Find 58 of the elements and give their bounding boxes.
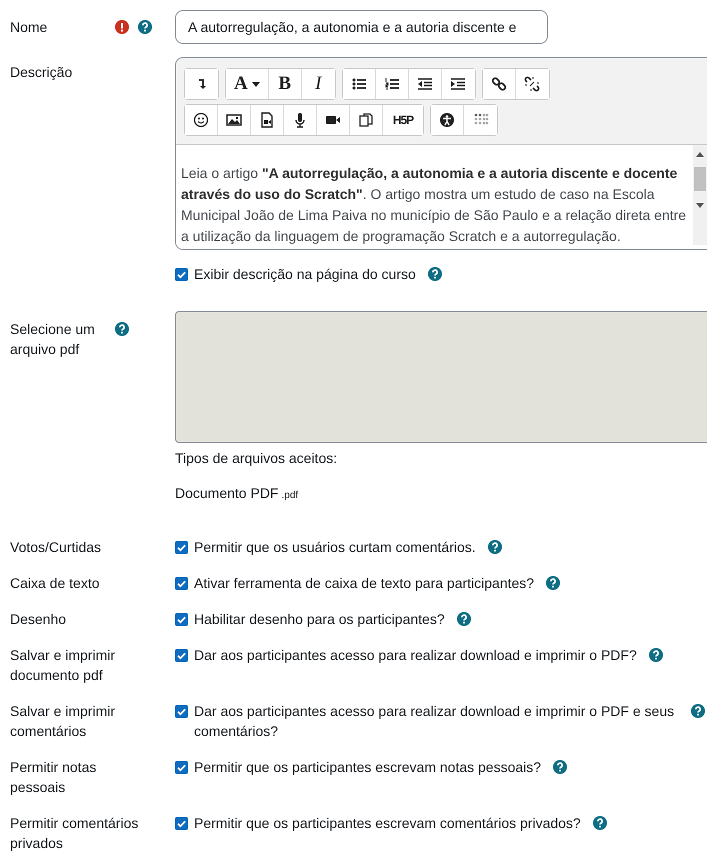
file-type-name: Documento PDF (175, 484, 278, 503)
help-icon[interactable] (138, 20, 152, 34)
field-label: Nome (10, 18, 48, 37)
checkbox-label: Ativar ferramenta de caixa de texto para participantes? (194, 574, 534, 593)
help-icon[interactable] (592, 816, 607, 830)
field-label: Descrição (10, 63, 72, 82)
help-icon[interactable] (546, 576, 560, 590)
link-icon (490, 76, 507, 92)
link-button[interactable] (482, 69, 516, 99)
help-icon[interactable] (553, 760, 568, 774)
numbered-list-icon (384, 76, 400, 92)
checkbox[interactable] (175, 761, 188, 774)
caret-icon (252, 82, 260, 86)
smiley-button[interactable] (185, 105, 218, 135)
checkbox[interactable] (175, 649, 188, 662)
checkbox[interactable] (175, 817, 188, 830)
field-label: Desenho (10, 610, 68, 629)
field-label: Salvar e imprimir comentários (10, 702, 116, 741)
field-label: Caixa de texto (10, 574, 100, 593)
help-icon[interactable] (115, 322, 129, 336)
checkbox[interactable] (175, 268, 188, 281)
help-icon[interactable] (648, 648, 663, 662)
accessibility-icon (439, 112, 455, 128)
indent-icon (450, 76, 466, 92)
field-label: Salvar e imprimir documento pdf (10, 646, 116, 685)
checkbox[interactable] (175, 705, 188, 718)
checkbox[interactable] (175, 613, 188, 626)
checkbox-label: Dar aos participantes acesso para realizar download e imprimir o PDF? (194, 646, 637, 665)
accessibility-button[interactable] (431, 105, 464, 135)
file-icon (259, 112, 275, 128)
outdent-icon (416, 76, 433, 92)
smiley-icon (193, 112, 209, 128)
help-icon[interactable] (456, 612, 471, 626)
help-icon[interactable] (691, 704, 705, 718)
checkbox-label: Exibir descrição na página do curso (194, 265, 416, 284)
help-icon[interactable] (428, 267, 442, 281)
checkbox-label: Habilitar desenho para os participantes? (194, 610, 445, 629)
unlink-icon (524, 76, 540, 92)
file-extension: .pdf (281, 489, 298, 503)
checkbox[interactable] (175, 541, 188, 554)
field-label: Permitir comentários privados (10, 814, 140, 853)
image-icon (226, 112, 242, 128)
input-field[interactable]: A autorregulação, a autonomia e a autoria discente e (175, 10, 548, 44)
checkbox-label: Permitir que os usuários curtam comentários. (194, 538, 476, 557)
checkbox-label: Dar aos participantes acesso para realizar download e imprimir o PDF e seus comentários? (194, 702, 676, 741)
checkbox-label: Permitir que os participantes escrevam comentários privados? (194, 814, 581, 833)
bullet-list-button[interactable] (342, 69, 376, 99)
copy-icon (358, 112, 374, 128)
help-icon[interactable] (488, 540, 502, 554)
font-button[interactable]: A (226, 69, 269, 99)
accepted-types-label: Tipos de arquivos aceitos: (175, 449, 338, 468)
bullet-list-icon (350, 76, 367, 92)
checkbox[interactable] (175, 577, 188, 590)
field-label: Selecione um arquivo pdf (10, 320, 96, 359)
field-label: Permitir notas pessoais (10, 758, 98, 797)
checkbox-label: Permitir que os participantes escrevam notas pessoais? (194, 758, 542, 777)
description-text: Leia o artigo "A autorregulação, a autonomia e a autoria discente e docente através do uso do Scratch". O artigo mostra um estudo de caso na Escola Municipal João de Lima Paiva no município de São Paulo e a relação direta entre a utilização da linguagem de programação Scratch e a autorregulação. (181, 164, 688, 246)
field-label: Votos/Curtidas (10, 538, 102, 557)
